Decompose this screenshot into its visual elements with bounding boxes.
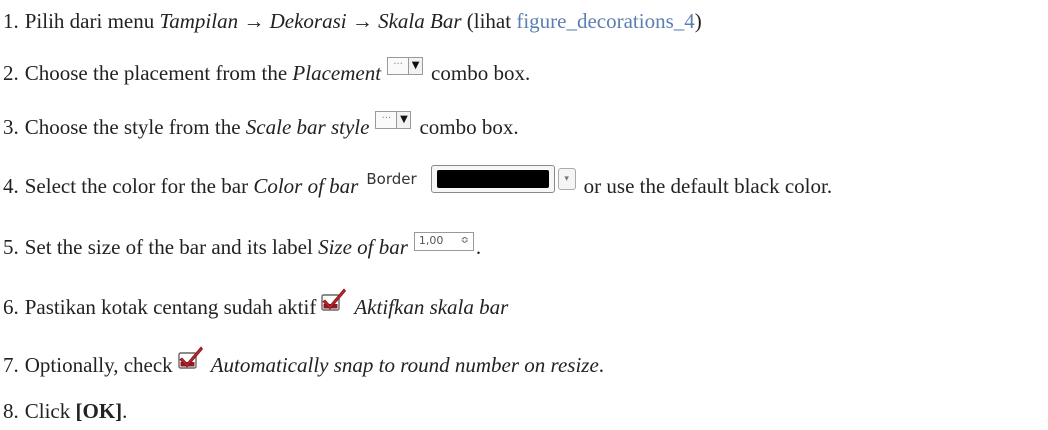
style-combo-icon: ··· ▼	[375, 111, 412, 129]
color-of-bar-label: Color of bar	[253, 174, 359, 198]
spin-value: 1,00	[418, 234, 444, 247]
step-text: Optionally, check	[24, 353, 173, 377]
step-number: 4.	[3, 174, 19, 198]
step-4: 4. Select the color for the bar Color of…	[3, 165, 833, 200]
color-swatch	[430, 165, 555, 193]
step-number: 3.	[3, 115, 19, 139]
step-text: Pilih dari menu	[24, 9, 160, 33]
chevron-down-icon: ▾	[557, 168, 576, 190]
step-text: Choose the placement from the	[24, 61, 293, 85]
step-text: (lihat	[461, 9, 517, 33]
color-swatch-fill	[436, 170, 549, 188]
menu-item-skala-bar: Skala Bar	[378, 9, 462, 33]
step-text: .	[598, 353, 605, 377]
step-text: Choose the style from the	[24, 115, 246, 139]
step-text: )	[694, 9, 702, 33]
spin-arrows-icon: ≎	[460, 235, 469, 246]
step-6: 6. Pastikan kotak centang sudah aktif Ak…	[3, 288, 509, 320]
step-number: 8.	[3, 399, 19, 423]
step-text: Select the color for the bar	[24, 174, 254, 198]
aktifkan-skala-bar-label: Aktifkan skala bar	[354, 295, 509, 319]
step-number: 7.	[3, 353, 19, 377]
scale-bar-style-label: Scale bar style	[245, 115, 370, 139]
step-text: Click	[24, 399, 76, 423]
step-3: 3. Choose the style from the Scale bar s…	[3, 111, 519, 140]
step-text: combo box.	[431, 61, 531, 85]
figure-link[interactable]: figure_decorations_4	[516, 8, 694, 34]
step-text: combo box.	[419, 115, 519, 139]
step-text: .	[122, 399, 128, 423]
step-text: .	[475, 235, 482, 259]
snap-round-number-label: Automatically snap to round number on re…	[210, 353, 599, 377]
step-text: Set the size of the bar and its label	[24, 235, 319, 259]
step-text: Pastikan kotak centang sudah aktif	[24, 295, 317, 319]
checked-checkbox-icon	[320, 287, 348, 313]
arrow-separator: →	[346, 9, 379, 33]
size-of-bar-label: Size of bar	[318, 235, 408, 259]
step-text: or use the default black color.	[583, 174, 833, 198]
step-5: 5. Set the size of the bar and its label…	[3, 231, 482, 260]
step-1: 1. Pilih dari menu Tampilan → Dekorasi →…	[3, 8, 702, 34]
size-spinbox-icon: 1,00 ≎	[413, 231, 474, 251]
step-number: 1.	[3, 9, 19, 33]
step-2: 2. Choose the placement from the Placeme…	[3, 57, 531, 86]
ok-button-label: [OK]	[75, 399, 123, 423]
step-number: 5.	[3, 235, 19, 259]
checked-checkbox-icon	[177, 345, 205, 371]
step-8: 8. Click [OK] .	[3, 398, 127, 424]
menu-item-dekorasi: Dekorasi	[269, 9, 347, 33]
placement-label: Placement	[292, 61, 382, 85]
step-7: 7. Optionally, check Automatically snap …	[3, 346, 605, 378]
border-label: Border	[366, 170, 417, 188]
menu-item-tampilan: Tampilan	[159, 9, 239, 33]
color-picker-icon: Border ▾	[366, 165, 576, 193]
step-number: 6.	[3, 295, 19, 319]
step-number: 2.	[3, 61, 19, 85]
placement-combo-icon: ··· ▼	[387, 57, 424, 75]
arrow-separator: →	[238, 9, 270, 33]
